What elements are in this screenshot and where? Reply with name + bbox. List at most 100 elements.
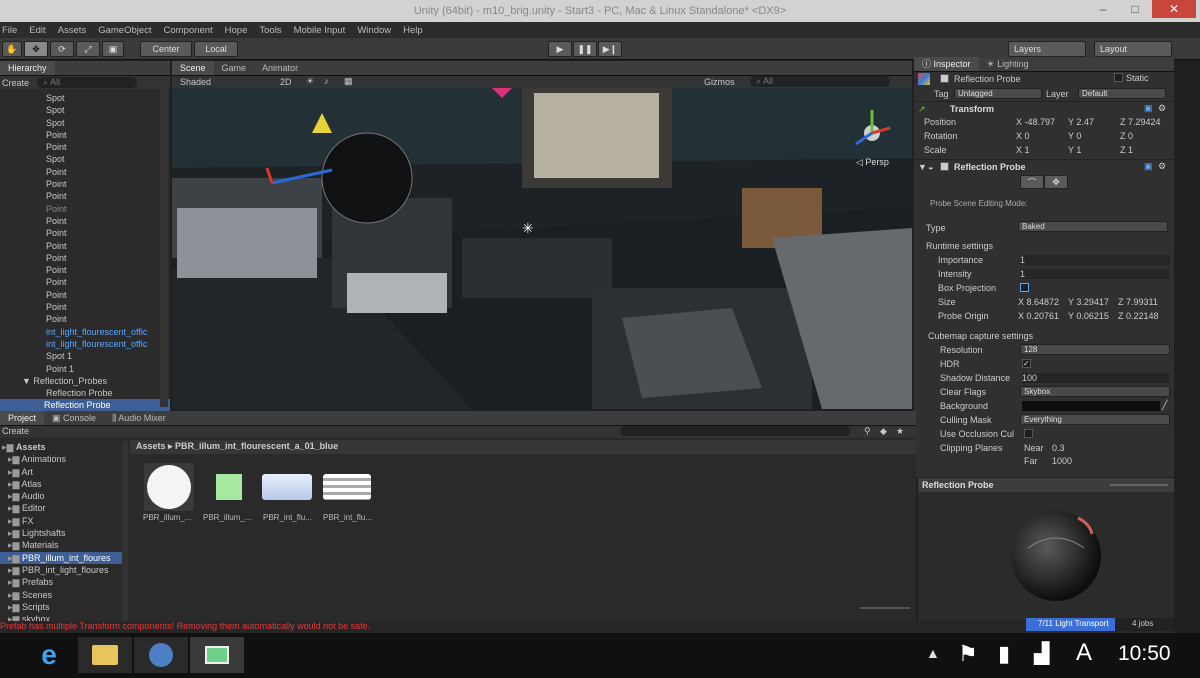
filter-type-icon[interactable]: ⚲ <box>864 426 871 437</box>
position-x-field[interactable]: X -48.797 <box>1016 117 1055 127</box>
edit-origin-button[interactable]: ✥ <box>1044 175 1068 189</box>
mode-2d-toggle[interactable]: 2D <box>280 77 292 87</box>
preview-exposure-slider[interactable] <box>1110 484 1168 486</box>
size-x-field[interactable]: X 8.64872 <box>1018 297 1059 307</box>
active-checkbox[interactable] <box>940 74 949 83</box>
maximize-button[interactable]: □ <box>1120 0 1150 18</box>
menu-edit[interactable]: Edit <box>29 25 45 36</box>
origin-y-field[interactable]: Y 0.06215 <box>1068 311 1109 321</box>
hierarchy-item[interactable]: Point <box>46 252 170 264</box>
static-checkbox[interactable] <box>1114 73 1123 82</box>
menu-tools[interactable]: Tools <box>259 25 281 36</box>
box-projection-checkbox[interactable] <box>1020 283 1029 292</box>
hierarchy-item[interactable]: Point <box>46 178 170 190</box>
position-z-field[interactable]: Z 7.29424 <box>1120 117 1161 127</box>
far-field[interactable]: 1000 <box>1052 456 1072 466</box>
play-button[interactable]: ▶ <box>548 41 572 57</box>
project-folder-item[interactable]: ▸▆ Scenes <box>0 589 122 601</box>
layout-dropdown[interactable]: Layout <box>1094 41 1172 57</box>
project-create-button[interactable]: Create <box>2 426 29 436</box>
hierarchy-item[interactable]: Spot <box>46 92 170 104</box>
asset-thumb-2[interactable] <box>204 463 254 511</box>
app-globe-icon[interactable] <box>134 637 188 673</box>
menu-assets[interactable]: Assets <box>58 25 87 36</box>
hierarchy-item[interactable]: Point <box>46 240 170 252</box>
hierarchy-item[interactable]: ▼ Reflection_Probes <box>22 375 170 387</box>
project-folder-item[interactable]: ▸▆ Animations <box>0 453 122 465</box>
pivot-local-toggle[interactable]: Local <box>194 41 238 57</box>
hand-tool-icon[interactable]: ✋ <box>2 41 22 57</box>
hierarchy-item[interactable]: Point <box>46 129 170 141</box>
layers-dropdown[interactable]: Layers <box>1008 41 1086 57</box>
hierarchy-item[interactable]: Reflection Probe <box>46 387 170 399</box>
near-field[interactable]: 0.3 <box>1052 443 1065 453</box>
project-root-folder[interactable]: ▸▆ Assets <box>0 441 122 453</box>
tab-inspector[interactable]: ⓘ Inspector <box>914 57 979 71</box>
probe-help-icon[interactable]: ▣ <box>1144 161 1153 172</box>
scale-x-field[interactable]: X 1 <box>1016 145 1030 155</box>
tab-hierarchy[interactable]: Hierarchy <box>0 61 55 75</box>
tab-game[interactable]: Game <box>214 61 255 75</box>
size-y-field[interactable]: Y 3.29417 <box>1068 297 1109 307</box>
hierarchy-item[interactable]: Point <box>46 203 170 215</box>
rotation-y-field[interactable]: Y 0 <box>1068 131 1081 141</box>
resolution-dropdown[interactable]: 128 <box>1020 344 1170 355</box>
project-folder-item[interactable]: ▸▆ skybox <box>0 613 122 621</box>
hierarchy-item[interactable]: Point <box>46 166 170 178</box>
occlusion-checkbox[interactable] <box>1024 429 1033 438</box>
importance-field[interactable]: 1 <box>1020 255 1170 265</box>
hierarchy-item[interactable]: Spot 1 <box>46 350 170 362</box>
asset-thumb-3[interactable] <box>262 463 312 511</box>
scene-audio-icon[interactable]: ♪ <box>324 76 329 86</box>
hierarchy-scrollbar[interactable] <box>160 89 168 407</box>
project-folder-item[interactable]: ▸▆ Scripts <box>0 601 122 613</box>
shading-mode-dropdown[interactable]: Shaded <box>180 77 211 87</box>
background-color-field[interactable] <box>1022 401 1160 411</box>
menu-help[interactable]: Help <box>403 25 423 36</box>
hierarchy-item[interactable]: Point <box>46 141 170 153</box>
perspective-label[interactable]: ◁ Persp <box>856 157 889 168</box>
project-folder-item[interactable]: ▸▆ Editor <box>0 502 122 514</box>
project-folder-item[interactable]: ▸▆ FX <box>0 515 122 527</box>
hierarchy-item[interactable]: Point <box>46 276 170 288</box>
position-y-field[interactable]: Y 2.47 <box>1068 117 1094 127</box>
project-folder-item[interactable]: ▸▆ Prefabs <box>0 576 122 588</box>
hierarchy-item[interactable]: Spot <box>46 153 170 165</box>
project-folder-item[interactable]: ▸▆ Lightshafts <box>0 527 122 539</box>
start-icon[interactable]: ▮ <box>0 637 10 673</box>
project-folder-item[interactable]: ▸▆ Atlas <box>0 478 122 490</box>
intensity-field[interactable]: 1 <box>1020 269 1170 279</box>
layer-dropdown[interactable]: Default <box>1078 88 1166 99</box>
rotation-x-field[interactable]: X 0 <box>1016 131 1030 141</box>
tab-audio-mixer[interactable]: ⫼ Audio Mixer <box>104 411 174 425</box>
project-search-input[interactable] <box>620 426 850 436</box>
tab-console[interactable]: ▣ Console <box>44 411 104 425</box>
gizmos-dropdown[interactable]: Gizmos <box>704 77 735 87</box>
hierarchy-item[interactable]: int_light_flourescent_offic <box>46 326 170 338</box>
hierarchy-item[interactable]: int_light_flourescent_offic <box>46 338 170 350</box>
pause-button[interactable]: ❚❚ <box>573 41 597 57</box>
hierarchy-item[interactable]: Point <box>46 289 170 301</box>
scale-y-field[interactable]: Y 1 <box>1068 145 1081 155</box>
close-button[interactable]: ✕ <box>1152 0 1196 18</box>
edit-bounds-button[interactable]: ⌒ <box>1020 175 1044 189</box>
network-signal-icon[interactable]: ▟ <box>1034 641 1049 666</box>
action-center-flag-icon[interactable]: ⚑ <box>958 641 978 667</box>
clock[interactable]: 10:50 <box>1118 642 1171 666</box>
scene-search-input[interactable]: ⌕ All <box>750 76 890 87</box>
rotate-tool-icon[interactable]: ⟳ <box>50 41 74 57</box>
project-folder-item[interactable]: ▸▆ PBR_illum_int_floures <box>0 551 122 564</box>
menu-component[interactable]: Component <box>164 25 213 36</box>
color-picker-icon[interactable]: ╱ <box>1162 400 1167 411</box>
input-method-indicator[interactable]: A <box>1076 639 1092 667</box>
tab-scene[interactable]: Scene <box>172 61 214 75</box>
collapse-arrow-icon[interactable]: ▼ <box>918 162 927 172</box>
scale-tool-icon[interactable]: ⤢ <box>76 41 100 57</box>
rotation-z-field[interactable]: Z 0 <box>1120 131 1133 141</box>
hierarchy-search-input[interactable]: ⌕ All <box>37 77 138 88</box>
transform-help-icon[interactable]: ▣ <box>1144 103 1153 114</box>
favorite-star-icon[interactable]: ★ <box>896 426 904 437</box>
tag-dropdown[interactable]: Untagged <box>954 88 1042 99</box>
hierarchy-item[interactable]: Point 1 <box>46 363 170 375</box>
hierarchy-item[interactable]: Spot <box>46 117 170 129</box>
